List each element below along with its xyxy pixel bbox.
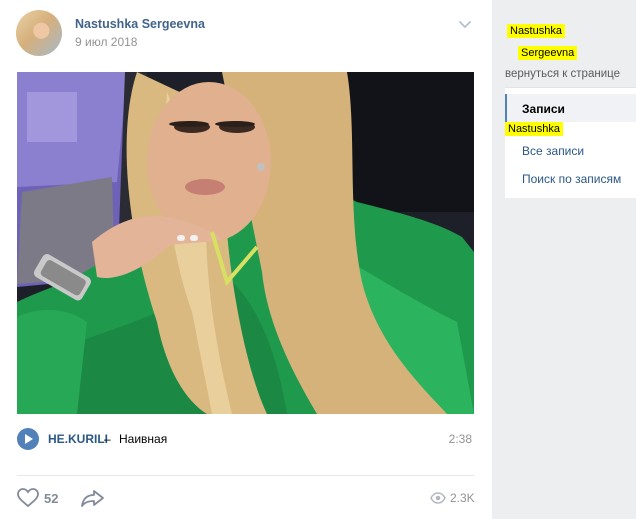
back-to-page-link[interactable]: вернуться к странице: [505, 68, 620, 80]
post-author-name[interactable]: Nastushka Sergeevna: [75, 17, 205, 31]
share-button[interactable]: [80, 488, 106, 508]
play-button[interactable]: [17, 428, 39, 450]
highlight-name-last: Sergeevna: [518, 46, 578, 60]
like-count: 52: [44, 491, 59, 506]
views-count: 2.3K: [450, 491, 475, 505]
like-button[interactable]: 52: [17, 488, 77, 508]
chevron-down-icon[interactable]: [457, 18, 473, 32]
heart-icon: [17, 488, 39, 508]
play-icon: [25, 434, 33, 444]
post-divider: [17, 475, 474, 476]
photo-illustration: [17, 72, 474, 414]
eye-icon: [430, 492, 446, 504]
post-photo[interactable]: [17, 72, 474, 414]
audio-duration: 2:38: [448, 432, 472, 446]
highlight-name-third: Nastushka: [505, 122, 563, 136]
tab-posts[interactable]: Записи: [522, 102, 565, 116]
audio-title: Наивная: [119, 432, 168, 446]
share-icon: [81, 490, 104, 507]
sidebar-menu: Записи Все записи Поиск по записям: [505, 87, 636, 198]
sidebar-item-all-posts[interactable]: Все записи: [522, 144, 584, 158]
audio-artist[interactable]: HE.KURILI: [48, 432, 108, 446]
highlight-name-first: Nastushka: [507, 24, 565, 38]
views-counter: 2.3K: [430, 490, 480, 506]
post-date[interactable]: 9 июл 2018: [75, 35, 137, 49]
audio-attachment: HE.KURILI – Наивная 2:38: [17, 428, 474, 450]
author-avatar[interactable]: [16, 10, 62, 56]
sidebar-item-search-posts[interactable]: Поиск по записям: [522, 172, 621, 186]
wall-post: Nastushka Sergeevna 9 июл 2018 HE.KURILI…: [0, 0, 492, 519]
audio-separator: –: [104, 432, 111, 446]
